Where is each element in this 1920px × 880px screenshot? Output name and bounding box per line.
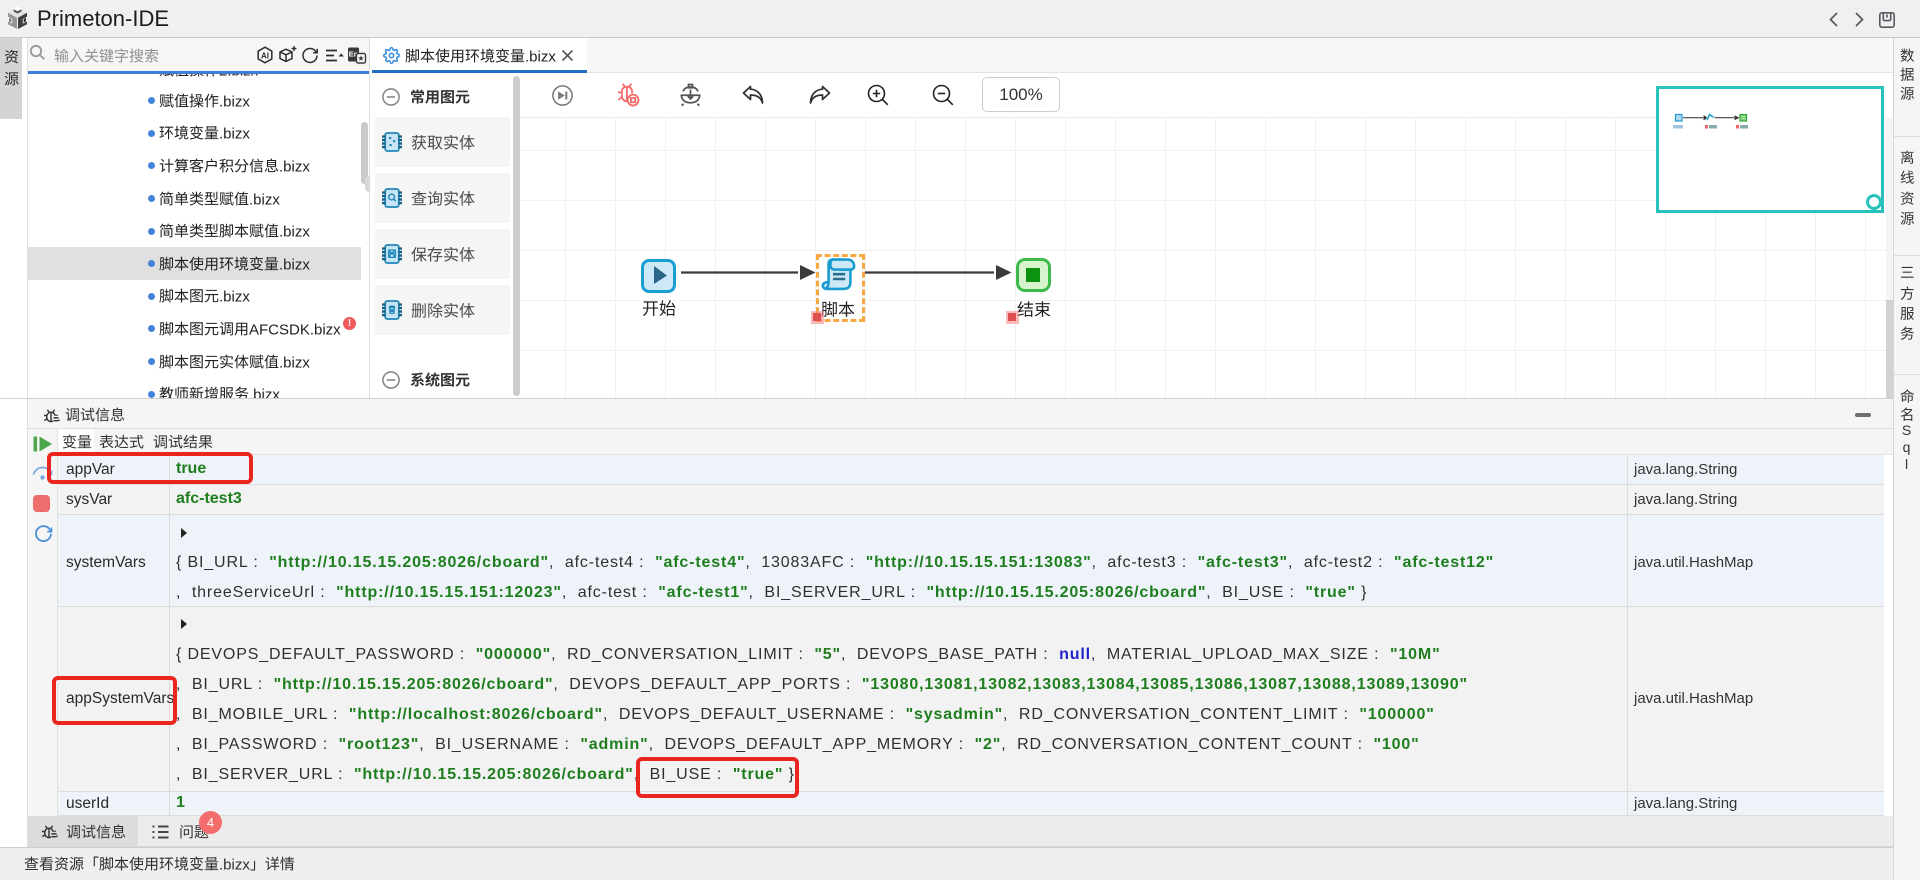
svg-text:.bizx: .bizx (279, 158, 310, 175)
svg-text:.bizx: .bizx (219, 126, 250, 143)
svg-text:.bizx: .bizx (525, 48, 556, 65)
svg-text:.bizx: .bizx (219, 856, 250, 873)
svg-text:.bizx: .bizx (249, 191, 280, 208)
svg-text:.bizx: .bizx (279, 223, 310, 240)
svg-text:.bizx: .bizx (219, 93, 250, 110)
svg-text:★: ★ (357, 54, 364, 63)
svg-text:2.bizx: 2.bizx (219, 74, 259, 79)
svg-text:.bizx: .bizx (219, 289, 250, 306)
svg-text:AI: AI (261, 51, 269, 60)
svg-text:.bizx: .bizx (279, 256, 310, 273)
svg-text:.bizx: .bizx (279, 354, 310, 371)
svg-text:.bizx: .bizx (249, 386, 280, 398)
svg-text:AFCSDK.bizx: AFCSDK.bizx (249, 321, 341, 338)
